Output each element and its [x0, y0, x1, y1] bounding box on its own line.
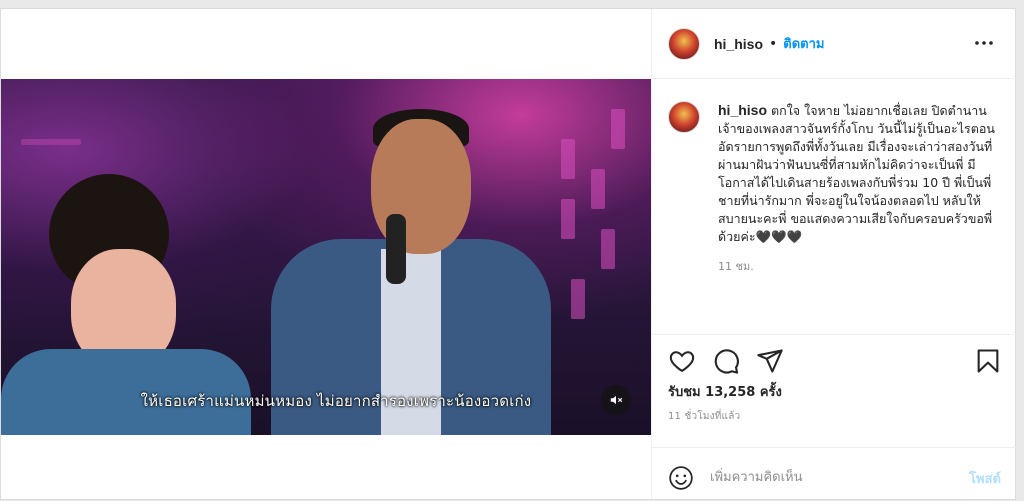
avatar[interactable]	[668, 27, 700, 60]
post-side-panel: hi_hiso • ติดตาม hi_hiso ตกใจ ใจหาย ไม่อย…	[651, 9, 1017, 501]
post-card: ให้เธอเศร้าแม่นหม่นหมอง ไม่อยากสำรองเพรา…	[0, 8, 1017, 501]
action-bar	[652, 334, 1017, 378]
mute-button[interactable]	[601, 385, 631, 415]
comment-form: โพสต์	[652, 447, 1017, 501]
emoji-icon[interactable]	[668, 465, 694, 491]
separator-dot: •	[769, 35, 778, 52]
comment-input[interactable]	[710, 466, 940, 488]
speaker-muted-icon	[610, 395, 623, 405]
heart-icon[interactable]	[668, 347, 696, 375]
video-subtitle: ให้เธอเศร้าแม่นหม่นหมอง ไม่อยากสำรองเพรา…	[140, 392, 532, 410]
header-username[interactable]: hi_hiso	[714, 36, 763, 52]
bookmark-icon[interactable]	[974, 347, 1002, 375]
video-frame	[1, 79, 651, 435]
view-count[interactable]: รับชม 13,258 ครั้ง	[668, 381, 782, 402]
caption-avatar[interactable]	[668, 101, 700, 133]
post-comment-button[interactable]: โพสต์	[969, 468, 1001, 489]
follow-button[interactable]: ติดตาม	[783, 33, 824, 54]
comment-icon[interactable]	[712, 347, 740, 375]
caption-text: ตกใจ ใจหาย ไม่อยากเชื่อเลย ปิดตำนานเจ้าข…	[718, 103, 995, 244]
caption-username[interactable]: hi_hiso	[718, 102, 767, 118]
caption-timestamp: 11 ชม.	[718, 260, 754, 273]
more-horizontal-icon[interactable]	[973, 33, 995, 53]
post-header: hi_hiso • ติดตาม	[652, 9, 1017, 79]
caption-block: hi_hiso ตกใจ ใจหาย ไม่อยากเชื่อเลย ปิดตำน…	[668, 101, 1008, 276]
video-player[interactable]: ให้เธอเศร้าแม่นหม่นหมอง ไม่อยากสำรองเพรา…	[1, 79, 651, 435]
post-time-ago[interactable]: 11 ชั่วโมงที่แล้ว	[668, 409, 740, 424]
share-icon[interactable]	[756, 347, 784, 375]
